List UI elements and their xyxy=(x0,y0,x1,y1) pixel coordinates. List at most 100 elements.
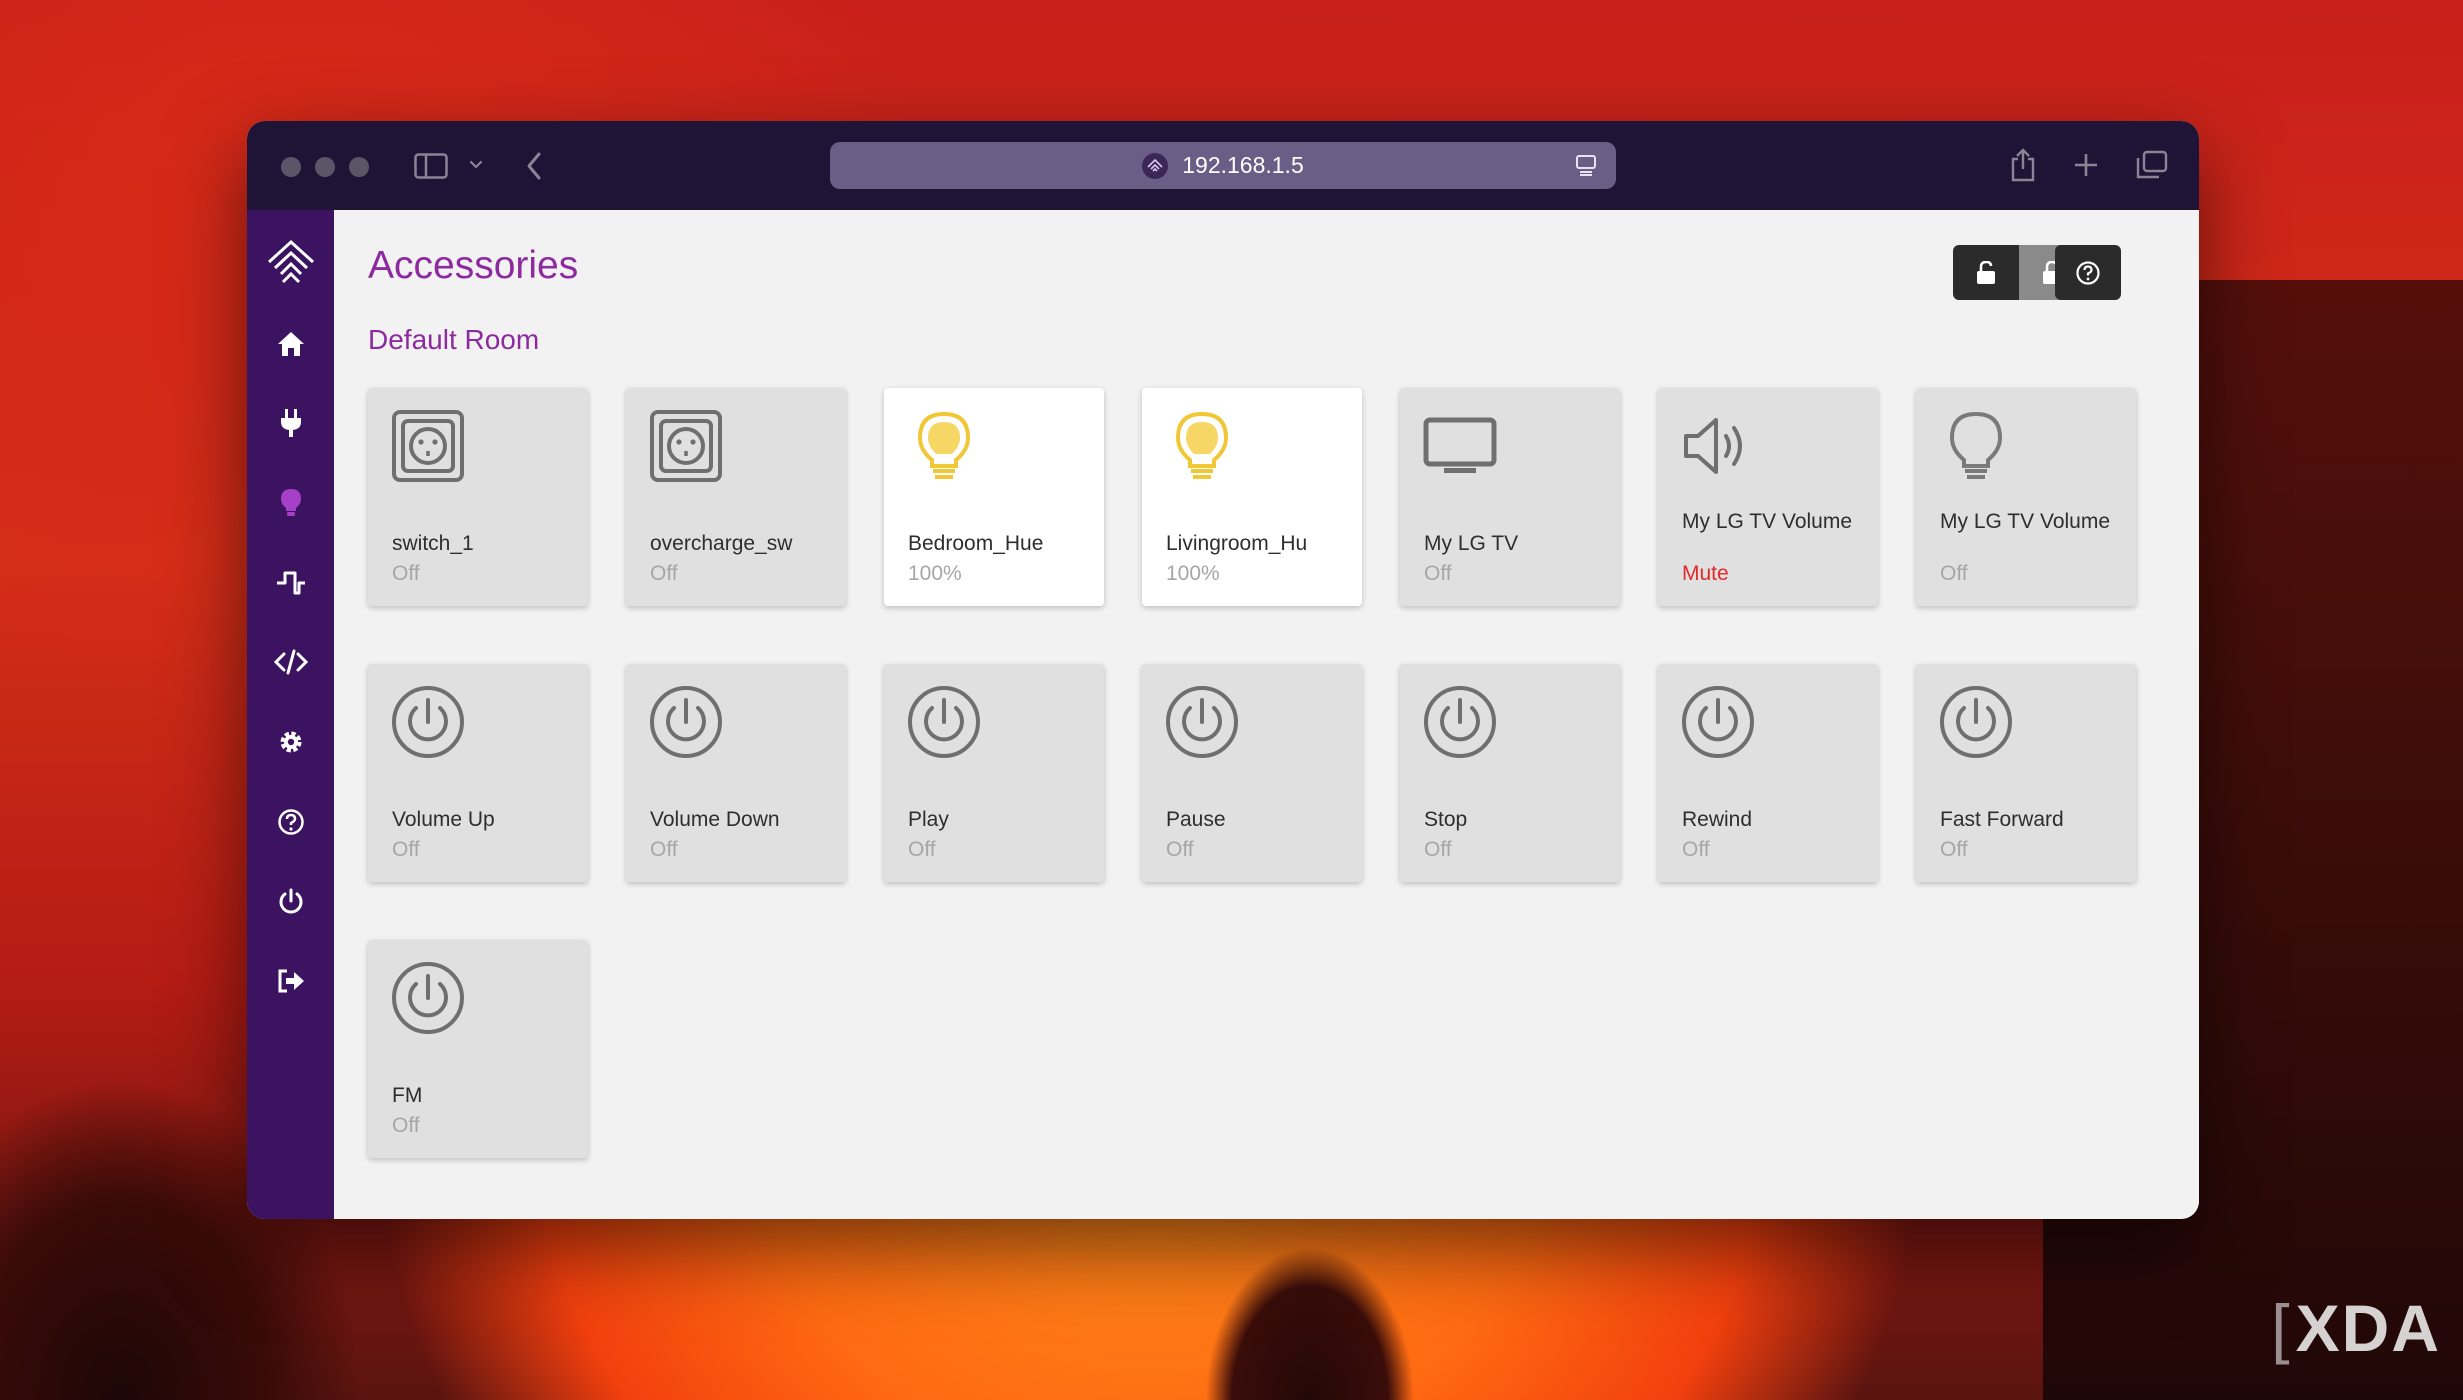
sidebar-item-terminal[interactable] xyxy=(247,632,334,692)
lightbulb-icon xyxy=(1164,408,1240,484)
power-icon xyxy=(390,684,466,760)
sidebar-item-accessories[interactable] xyxy=(247,473,334,533)
accessory-tile[interactable]: FM Off xyxy=(368,940,588,1158)
accessory-name: My LG TV Volume xyxy=(1682,510,1853,533)
accessory-name: Pause xyxy=(1166,808,1226,831)
accessory-tile[interactable]: Volume Down Off xyxy=(626,664,846,882)
accessory-state: Mute xyxy=(1682,562,1729,585)
sidebar xyxy=(247,210,334,1219)
unlock-icon xyxy=(1977,260,1995,284)
close-window-button[interactable] xyxy=(281,157,301,177)
accessory-state: Off xyxy=(908,838,936,861)
accessory-state: Off xyxy=(650,562,678,585)
accessory-tile[interactable]: My LG TV Off xyxy=(1400,388,1620,606)
background-tree-center xyxy=(1180,1210,1440,1400)
gear-icon xyxy=(280,731,301,753)
accessory-name: My LG TV xyxy=(1424,532,1519,555)
accessory-name: Rewind xyxy=(1682,808,1753,831)
accessory-name: switch_1 xyxy=(392,532,474,555)
sidebar-item-plugins[interactable] xyxy=(247,393,334,453)
accessory-tile[interactable]: Play Off xyxy=(884,664,1104,882)
accessory-name: Bedroom_Hue xyxy=(908,532,1044,555)
accessory-state: Off xyxy=(1166,838,1194,861)
accessory-name: Volume Down xyxy=(650,808,780,831)
accessory-tile[interactable]: Pause Off xyxy=(1142,664,1362,882)
sidebar-item-help[interactable] xyxy=(247,792,334,852)
browser-toolbar: 192.168.1.5 xyxy=(247,121,2199,210)
accessory-tile[interactable]: Rewind Off xyxy=(1658,664,1878,882)
watermark-logo: [XDA xyxy=(2271,1291,2441,1365)
tv-icon xyxy=(1422,408,1498,484)
minimize-window-button[interactable] xyxy=(315,157,335,177)
address-bar[interactable]: 192.168.1.5 xyxy=(830,142,1616,189)
accessory-name: Stop xyxy=(1424,808,1468,831)
accessory-tile[interactable]: My LG TV Volume Off xyxy=(1916,388,2136,606)
power-icon xyxy=(1938,684,2014,760)
main-content: Accessories Default Room switch_1 Off ov… xyxy=(334,210,2199,1219)
accessory-state: Off xyxy=(1940,838,1968,861)
tab-overview-icon[interactable] xyxy=(2135,150,2169,180)
sidebar-item-power[interactable] xyxy=(247,871,334,931)
accessory-state: Off xyxy=(392,562,420,585)
new-tab-icon[interactable] xyxy=(2073,152,2099,178)
accessory-tile[interactable]: Bedroom_Hue 100% xyxy=(884,388,1104,606)
outlet-icon xyxy=(648,408,724,484)
chevron-down-icon[interactable] xyxy=(469,160,483,170)
code-icon xyxy=(273,649,308,675)
accessory-state: Off xyxy=(650,838,678,861)
power-icon xyxy=(1422,684,1498,760)
unlock-layout-button[interactable] xyxy=(1953,245,2019,300)
power-icon xyxy=(390,960,466,1036)
sidebar-toggle-icon[interactable] xyxy=(414,153,448,179)
power-icon xyxy=(648,684,724,760)
accessory-name: FM xyxy=(392,1084,423,1107)
help-icon xyxy=(277,809,304,835)
accessory-tile[interactable]: Stop Off xyxy=(1400,664,1620,882)
lightbulb-icon xyxy=(1938,408,2014,484)
accessory-name: overcharge_sw xyxy=(650,532,793,555)
accessory-state: 100% xyxy=(1166,562,1220,585)
accessory-tile[interactable]: Volume Up Off xyxy=(368,664,588,882)
accessory-tile[interactable]: Livingroom_Hu 100% xyxy=(1142,388,1362,606)
accessory-name: Volume Up xyxy=(392,808,495,831)
accessory-state: Off xyxy=(1940,562,1968,585)
pulse-icon xyxy=(276,571,305,595)
accessory-state: Off xyxy=(392,1114,420,1137)
sidebar-item-status[interactable] xyxy=(247,553,334,613)
accessory-tile[interactable]: Fast Forward Off xyxy=(1916,664,2136,882)
reader-mode-icon[interactable] xyxy=(1574,153,1598,177)
accessory-state: 100% xyxy=(908,562,962,585)
power-icon xyxy=(1680,684,1756,760)
url-text: 192.168.1.5 xyxy=(1182,152,1304,178)
sidebar-item-logout[interactable] xyxy=(247,951,334,1011)
help-icon xyxy=(2076,260,2100,285)
accessory-state: Off xyxy=(392,838,420,861)
lightbulb-icon xyxy=(906,408,982,484)
accessory-name: Fast Forward xyxy=(1940,808,2064,831)
lightbulb-icon xyxy=(280,489,301,516)
page-title: Accessories xyxy=(368,244,579,287)
accessory-tile[interactable]: switch_1 Off xyxy=(368,388,588,606)
accessory-state: Off xyxy=(1682,838,1710,861)
site-favicon-icon xyxy=(1142,152,1169,179)
outlet-icon xyxy=(390,408,466,484)
sidebar-item-settings[interactable] xyxy=(247,712,334,772)
help-button[interactable] xyxy=(2055,245,2121,300)
accessory-tile[interactable]: My LG TV Volume Mute xyxy=(1658,388,1878,606)
plug-icon xyxy=(280,409,301,437)
share-icon[interactable] xyxy=(2009,147,2037,183)
speaker-icon xyxy=(1680,408,1756,484)
accessory-tile[interactable]: overcharge_sw Off xyxy=(626,388,846,606)
power-icon xyxy=(279,888,302,914)
logout-icon xyxy=(278,969,304,993)
back-button[interactable] xyxy=(525,151,543,181)
accessory-name: Livingroom_Hu xyxy=(1166,532,1308,555)
sidebar-item-home[interactable] xyxy=(247,314,334,374)
watermark-text: XDA xyxy=(2295,1291,2441,1365)
power-icon xyxy=(1164,684,1240,760)
zoom-window-button[interactable] xyxy=(349,157,369,177)
home-icon xyxy=(277,332,304,356)
homebridge-logo-icon[interactable] xyxy=(247,222,334,302)
accessory-state: Off xyxy=(1424,838,1452,861)
accessory-name: My LG TV Volume xyxy=(1940,510,2111,533)
